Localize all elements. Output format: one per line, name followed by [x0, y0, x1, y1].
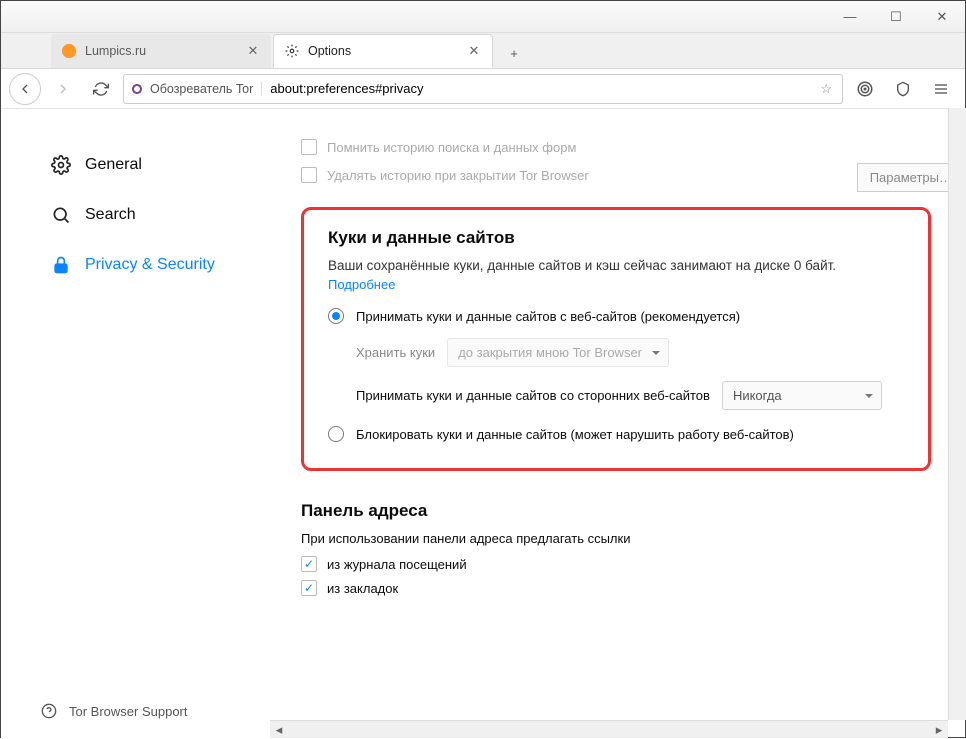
- horizontal-scrollbar[interactable]: ◂ ▸: [270, 720, 948, 738]
- back-button[interactable]: [9, 73, 41, 105]
- window-maximize-button[interactable]: ☐: [873, 1, 919, 33]
- checkbox-label: Помнить историю поиска и данных форм: [327, 140, 576, 155]
- settings-sidebar: General Search Privacy & Security Tor Br…: [1, 109, 271, 739]
- sidebar-item-label: Privacy & Security: [85, 256, 215, 274]
- checkbox[interactable]: [301, 580, 317, 596]
- minimize-icon: —: [844, 9, 857, 24]
- search-icon: [51, 205, 71, 225]
- scroll-left-icon[interactable]: ◂: [270, 721, 288, 739]
- tab-title: Options: [308, 44, 458, 58]
- cookies-section: Куки и данные сайтов Ваши сохранённые ку…: [301, 207, 931, 471]
- cookies-description: Ваши сохранённые куки, данные сайтов и к…: [328, 258, 904, 273]
- tab-title: Lumpics.ru: [85, 44, 237, 58]
- checkbox[interactable]: [301, 556, 317, 572]
- tor-onion-icon: [130, 82, 144, 96]
- maximize-icon: ☐: [890, 9, 902, 25]
- section-heading: Панель адреса: [301, 501, 931, 521]
- checkbox: [301, 139, 317, 155]
- window-minimize-button[interactable]: —: [827, 1, 873, 33]
- third-party-select[interactable]: Никогда: [722, 381, 882, 410]
- tor-circuit-button[interactable]: [849, 73, 881, 105]
- keep-cookies-select[interactable]: до закрытия мною Tor Browser: [447, 338, 669, 367]
- tab-close-icon[interactable]: ✕: [466, 43, 482, 59]
- scroll-right-icon[interactable]: ▸: [930, 721, 948, 739]
- learn-more-link[interactable]: Подробнее: [328, 277, 904, 292]
- support-label: Tor Browser Support: [69, 704, 188, 719]
- third-party-label: Принимать куки и данные сайтов со сторон…: [356, 388, 710, 403]
- remember-history-checkbox-row: Помнить историю поиска и данных форм: [301, 139, 931, 155]
- suggest-bookmarks-checkbox-row[interactable]: из закладок: [301, 580, 931, 596]
- section-heading: Куки и данные сайтов: [328, 228, 904, 248]
- sidebar-item-general[interactable]: General: [41, 149, 271, 181]
- radio-label: Блокировать куки и данные сайтов (может …: [356, 427, 794, 442]
- bookmark-star-icon[interactable]: ☆: [816, 81, 836, 97]
- site-identity[interactable]: Обозреватель Tor: [130, 82, 262, 96]
- keep-cookies-row: Хранить куки до закрытия мною Tor Browse…: [356, 338, 904, 367]
- content-area: General Search Privacy & Security Tor Br…: [1, 109, 965, 739]
- reload-button[interactable]: [85, 73, 117, 105]
- sidebar-item-label: Search: [85, 206, 136, 224]
- suggest-history-checkbox-row[interactable]: из журнала посещений: [301, 556, 931, 572]
- sidebar-item-search[interactable]: Search: [41, 199, 271, 231]
- keep-label: Хранить куки: [356, 345, 435, 360]
- radio-label: Принимать куки и данные сайтов с веб-сай…: [356, 309, 740, 324]
- addressbar-section: Панель адреса При использовании панели а…: [301, 501, 931, 596]
- sidebar-item-privacy[interactable]: Privacy & Security: [41, 249, 271, 281]
- checkbox: [301, 167, 317, 183]
- checkbox-label: из журнала посещений: [327, 557, 467, 572]
- sidebar-item-label: General: [85, 156, 142, 174]
- addressbar-description: При использовании панели адреса предлага…: [301, 531, 931, 546]
- radio-button[interactable]: [328, 426, 344, 442]
- favicon-gear-icon: [284, 43, 300, 59]
- forward-button[interactable]: [47, 73, 79, 105]
- close-icon: ✕: [937, 9, 948, 25]
- sidebar-support-link[interactable]: Tor Browser Support: [41, 703, 271, 719]
- checkbox-label: Удалять историю при закрытии Tor Browser: [327, 168, 589, 183]
- scroll-track[interactable]: [288, 721, 930, 738]
- help-icon: [41, 703, 57, 719]
- new-tab-button[interactable]: +: [499, 38, 529, 68]
- url-input[interactable]: [270, 81, 816, 96]
- accept-cookies-radio-row[interactable]: Принимать куки и данные сайтов с веб-сай…: [328, 308, 904, 324]
- tab-options[interactable]: Options ✕: [273, 34, 493, 68]
- block-cookies-radio-row[interactable]: Блокировать куки и данные сайтов (может …: [328, 426, 904, 442]
- tab-bar: Lumpics.ru ✕ Options ✕ +: [1, 33, 965, 69]
- vertical-scrollbar[interactable]: [948, 108, 966, 720]
- gear-icon: [51, 155, 71, 175]
- tab-close-icon[interactable]: ✕: [245, 43, 261, 59]
- favicon-lumpics-icon: [61, 43, 77, 59]
- menu-button[interactable]: [925, 73, 957, 105]
- identity-label: Обозреватель Tor: [150, 82, 253, 96]
- window-close-button[interactable]: ✕: [919, 1, 965, 33]
- plus-icon: +: [510, 46, 518, 61]
- nav-toolbar: Обозреватель Tor ☆: [1, 69, 965, 109]
- window-titlebar: — ☐ ✕: [1, 1, 965, 33]
- clear-on-close-checkbox-row: Удалять историю при закрытии Tor Browser: [301, 167, 931, 183]
- lock-icon: [51, 255, 71, 275]
- checkbox-label: из закладок: [327, 581, 398, 596]
- security-level-button[interactable]: [887, 73, 919, 105]
- url-bar[interactable]: Обозреватель Tor ☆: [123, 74, 843, 104]
- tab-lumpics[interactable]: Lumpics.ru ✕: [51, 34, 271, 68]
- radio-button[interactable]: [328, 308, 344, 324]
- settings-main: Помнить историю поиска и данных форм Уда…: [271, 109, 965, 739]
- third-party-row: Принимать куки и данные сайтов со сторон…: [356, 381, 904, 410]
